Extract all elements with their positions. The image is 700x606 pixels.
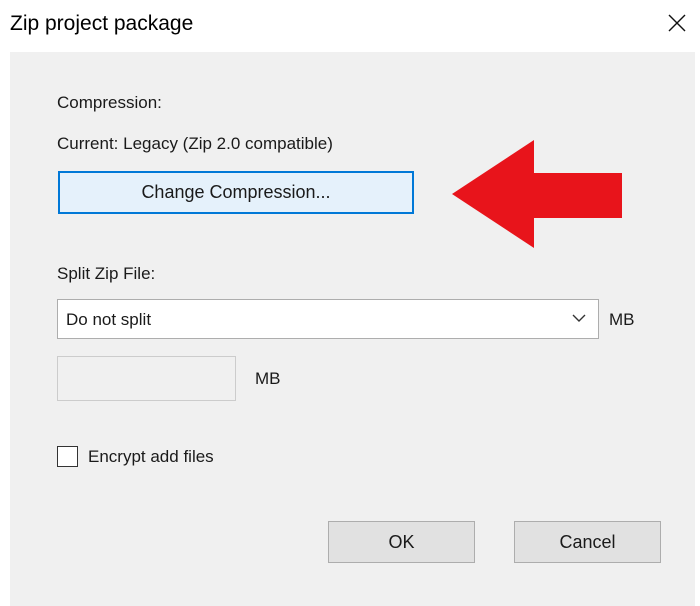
current-compression-text: Current: Legacy (Zip 2.0 compatible) <box>57 134 333 153</box>
red-arrow-left-icon <box>452 140 622 248</box>
close-icon <box>668 14 686 32</box>
split-size-dropdown[interactable]: Do not split <box>57 299 599 339</box>
title-bar: Zip project package <box>0 0 700 52</box>
change-compression-button[interactable]: Change Compression... <box>58 171 414 214</box>
custom-split-size-input[interactable] <box>57 356 236 401</box>
ok-button-label: OK <box>388 531 415 552</box>
cancel-button-label: Cancel <box>559 531 616 552</box>
cancel-button[interactable]: Cancel <box>514 521 661 563</box>
dropdown-unit-label: MB <box>609 310 635 329</box>
split-size-selected-value: Do not split <box>66 310 152 329</box>
close-button[interactable] <box>654 0 700 46</box>
compression-label: Compression: <box>57 93 162 112</box>
dialog-title: Zip project package <box>10 12 194 35</box>
split-zip-file-label: Split Zip File: <box>57 264 156 283</box>
dialog-body: Compression: Current: Legacy (Zip 2.0 co… <box>10 52 695 606</box>
custom-size-unit-label: MB <box>255 369 281 388</box>
encrypt-checkbox[interactable] <box>57 446 78 467</box>
ok-button[interactable]: OK <box>328 521 475 563</box>
encrypt-label: Encrypt add files <box>88 447 214 466</box>
change-compression-label: Change Compression... <box>141 182 331 202</box>
chevron-down-icon <box>572 314 586 322</box>
zip-project-package-dialog: Zip project package Compression: Current… <box>0 0 700 606</box>
